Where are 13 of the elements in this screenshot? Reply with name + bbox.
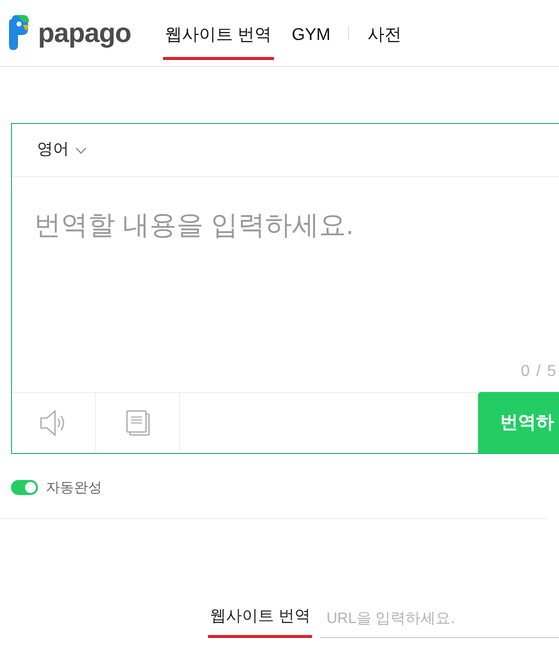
autocomplete-toggle[interactable] (11, 480, 38, 495)
nav-tab[interactable]: 웹사이트 번역 (163, 6, 274, 60)
translator-input-panel[interactable]: 영어 번역할 내용을 입력하세요. 0 / 5 번역하 (11, 123, 559, 454)
chevron-down-icon (75, 146, 87, 154)
logo-text[interactable]: papago (38, 12, 132, 54)
character-counter: 0 / 5 (520, 363, 557, 380)
toggle-label: 자동완성 (46, 478, 102, 497)
website-translate-tab[interactable]: 웹사이트 번역 (208, 605, 312, 638)
parrot-logo-icon (8, 15, 30, 51)
copy-icon (126, 410, 150, 436)
language-dropdown[interactable]: 영어 (37, 138, 87, 162)
nav-tab[interactable]: GYM (290, 6, 332, 60)
nav-tab[interactable]: 사전 (365, 6, 404, 60)
